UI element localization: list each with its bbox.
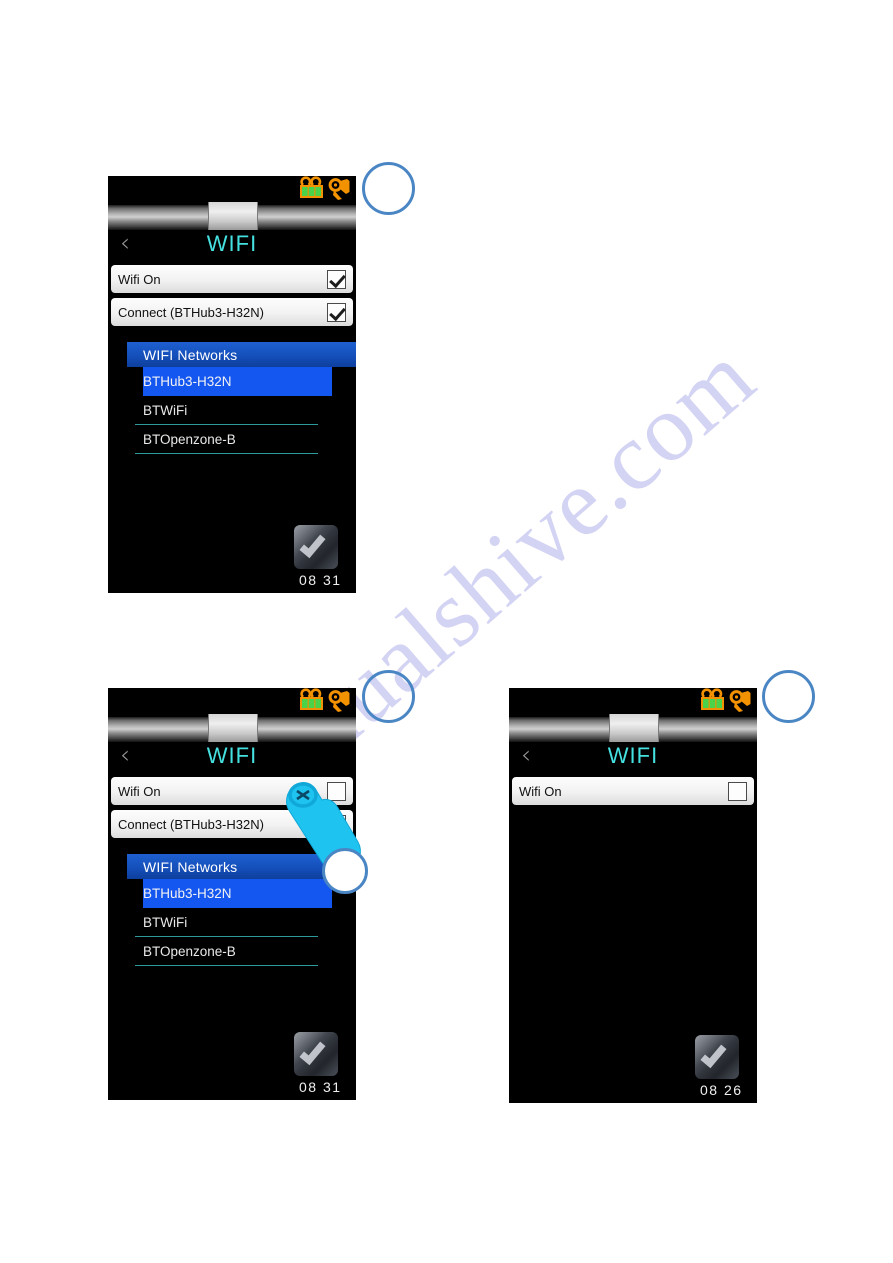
- title-bar-gradient-2: [108, 714, 356, 743]
- clock-label: 08 26: [700, 1082, 743, 1098]
- connect-checkbox[interactable]: [327, 302, 346, 322]
- page-title: WIFI: [206, 743, 258, 768]
- network-item[interactable]: BTHub3-H32N: [143, 367, 332, 396]
- wifi-on-row[interactable]: Wifi On: [512, 777, 754, 805]
- status-bar-2: [108, 688, 356, 717]
- status-bar-3: [509, 688, 757, 717]
- wifi-networks-list-1: WIFI Networks BTHub3-H32N BTWiFi BTOpenz…: [127, 342, 356, 454]
- device-screen-2: ‹ WIFI Wifi On Connect (BTHub3-H32N) WIF…: [108, 688, 356, 1100]
- callout-marker-2: [362, 670, 415, 723]
- wifi-on-label: Wifi On: [118, 271, 161, 287]
- callout-marker-1: [362, 162, 415, 215]
- screen-header-3: ‹ WIFI: [509, 742, 757, 771]
- check-glyph: [700, 1040, 727, 1069]
- status-bar-1: [108, 176, 356, 205]
- clock-label: 08 31: [299, 572, 342, 588]
- check-glyph: [299, 530, 326, 559]
- device-screen-1: ‹ WIFI Wifi On Connect (BTHub3-H32N) WIF…: [108, 176, 356, 593]
- page-root: manualshive.com ‹ WIFI Wifi On Connect (…: [0, 0, 893, 1263]
- battery-icon: [298, 176, 325, 206]
- connect-label: Connect (BTHub3-H32N): [118, 304, 264, 320]
- battery-icon: [699, 688, 726, 718]
- wifi-networks-header: WIFI Networks: [127, 342, 356, 367]
- robot-arm-icon: [327, 688, 353, 718]
- check-badge-icon: [695, 1035, 739, 1079]
- check-badge-icon: [294, 525, 338, 569]
- robot-arm-icon: [327, 176, 353, 206]
- network-item[interactable]: BTHub3-H32N: [143, 879, 332, 908]
- network-item[interactable]: BTOpenzone-B: [127, 425, 356, 454]
- wifi-on-checkbox[interactable]: [327, 269, 346, 289]
- page-title: WIFI: [206, 231, 258, 256]
- tap-indicator-dot: [322, 848, 368, 894]
- page-title: WIFI: [607, 743, 659, 768]
- robot-arm-icon: [728, 688, 754, 718]
- check-glyph: [299, 1037, 326, 1066]
- wifi-on-label: Wifi On: [519, 783, 562, 799]
- screen-header-1: ‹ WIFI: [108, 230, 356, 259]
- wifi-on-checkbox[interactable]: [728, 781, 747, 801]
- battery-icon: [298, 688, 325, 718]
- network-item[interactable]: BTWiFi: [127, 396, 356, 425]
- title-bar-gradient-3: [509, 714, 757, 743]
- network-item[interactable]: BTOpenzone-B: [127, 937, 356, 966]
- connect-row[interactable]: Connect (BTHub3-H32N): [111, 298, 353, 326]
- network-item[interactable]: BTWiFi: [127, 908, 356, 937]
- title-bar-gradient-1: [108, 202, 356, 231]
- screen-header-2: ‹ WIFI: [108, 742, 356, 771]
- check-badge-icon: [294, 1032, 338, 1076]
- clock-label: 08 31: [299, 1079, 342, 1095]
- wifi-on-row[interactable]: Wifi On: [111, 265, 353, 293]
- device-screen-3: ‹ WIFI Wifi On 08 26: [509, 688, 757, 1103]
- callout-marker-3: [762, 670, 815, 723]
